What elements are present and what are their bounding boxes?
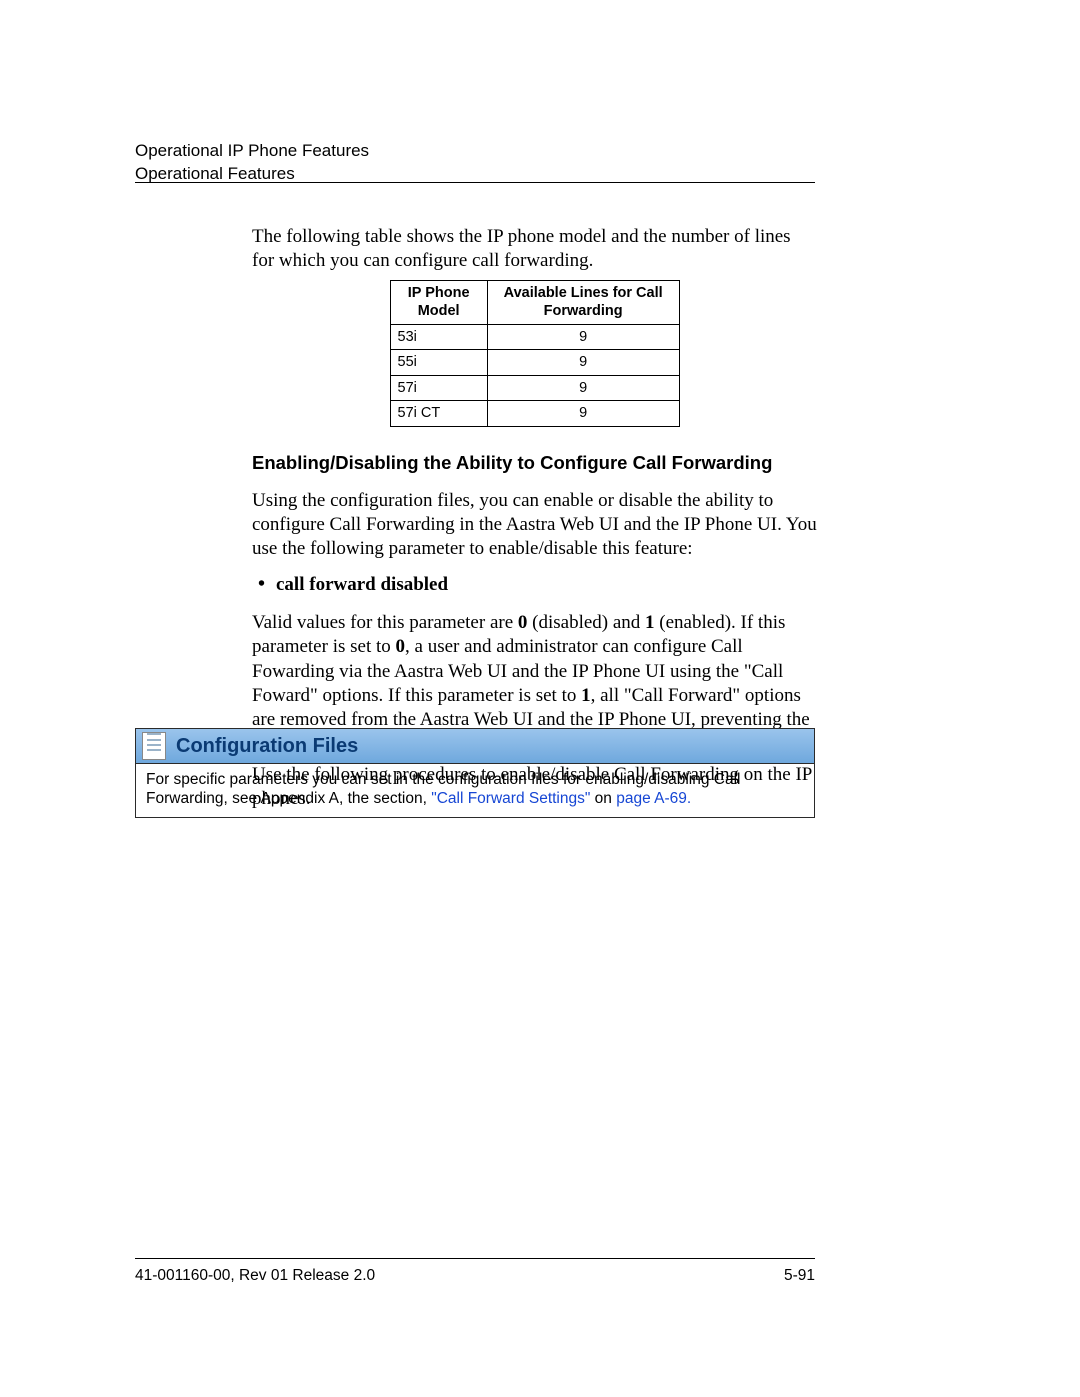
document-icon — [142, 732, 166, 760]
header-line-1: Operational IP Phone Features — [135, 140, 815, 163]
ip-phone-table: IP Phone Model Available Lines for Call … — [390, 280, 680, 427]
table-row: 57i CT 9 — [390, 401, 679, 427]
config-box-header: Configuration Files — [135, 728, 815, 764]
footer-rule — [135, 1258, 815, 1259]
link-page-a69[interactable]: page A-69. — [616, 790, 691, 807]
cell-lines: 9 — [487, 375, 679, 401]
config-files-box: Configuration Files For specific paramet… — [135, 728, 815, 818]
section-heading: Enabling/Disabling the Ability to Config… — [252, 451, 817, 475]
cell-lines: 9 — [487, 401, 679, 427]
footer: 41-001160-00, Rev 01 Release 2.0 5-91 — [135, 1267, 815, 1285]
cell-lines: 9 — [487, 324, 679, 350]
footer-left: 41-001160-00, Rev 01 Release 2.0 — [135, 1267, 375, 1285]
config-box-body: For specific parameters you can set in t… — [135, 764, 815, 818]
footer-right: 5-91 — [784, 1267, 815, 1285]
bullet-list: call forward disabled — [252, 572, 817, 598]
bullet-item: call forward disabled — [276, 572, 817, 598]
link-call-forward-settings[interactable]: "Call Forward Settings" — [431, 790, 590, 807]
table-row: 57i 9 — [390, 375, 679, 401]
table-row: 53i 9 — [390, 324, 679, 350]
side-caption: Operational IP Phone Features — [980, 0, 1060, 60]
config-box-title: Configuration Files — [176, 735, 358, 758]
table-row: 55i 9 — [390, 350, 679, 376]
cell-model: 57i — [390, 375, 487, 401]
col-header-lines: Available Lines for Call Forwarding — [487, 280, 679, 324]
col-header-model: IP Phone Model — [390, 280, 487, 324]
header-rule — [135, 182, 815, 183]
cell-model: 57i CT — [390, 401, 487, 427]
page: Operational IP Phone Features Operationa… — [135, 0, 945, 1397]
cell-lines: 9 — [487, 350, 679, 376]
intro-paragraph: The following table shows the IP phone m… — [252, 225, 817, 274]
cell-model: 55i — [390, 350, 487, 376]
paragraph: Using the configuration files, you can e… — [252, 489, 817, 562]
running-header: Operational IP Phone Features Operationa… — [135, 140, 815, 186]
cell-model: 53i — [390, 324, 487, 350]
